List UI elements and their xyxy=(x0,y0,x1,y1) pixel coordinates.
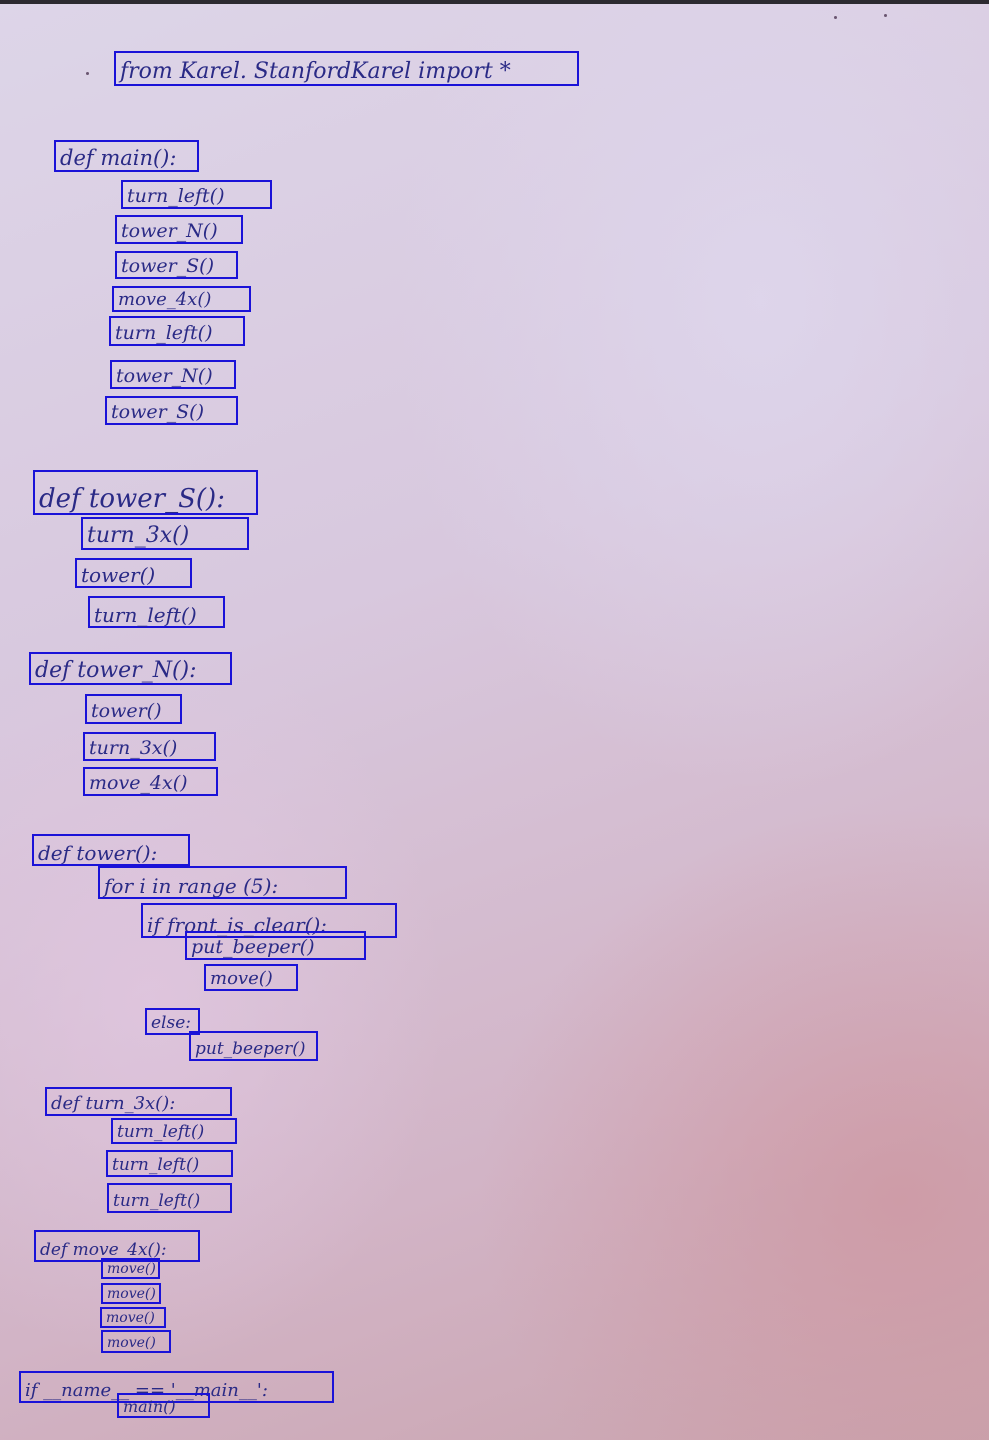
code-line: turn_left() xyxy=(109,316,245,346)
line-text: tower() xyxy=(81,563,156,587)
code-line-for-loop: for i in range (5): xyxy=(98,866,347,899)
code-line: turn_left() xyxy=(106,1150,233,1177)
line-text: def tower_S(): xyxy=(39,484,225,514)
code-line: move() xyxy=(101,1330,171,1353)
code-line: tower() xyxy=(85,694,182,724)
code-line: move() xyxy=(101,1258,160,1279)
line-text: move() xyxy=(107,1335,156,1351)
line-text: turn_3x() xyxy=(87,523,190,548)
code-line-def-turn-3x: def turn_3x(): xyxy=(45,1087,232,1116)
line-text: tower_N() xyxy=(116,365,213,387)
line-text: def tower_N(): xyxy=(35,658,197,683)
line-text: tower_S() xyxy=(111,401,205,423)
line-text: def turn_3x(): xyxy=(51,1093,176,1114)
line-text: move() xyxy=(107,1261,156,1277)
code-line: tower_N() xyxy=(115,215,243,244)
code-line: turn_left() xyxy=(111,1118,237,1144)
page-top-edge xyxy=(0,0,989,4)
line-text: turn_left() xyxy=(117,1122,205,1142)
line-text: put_beeper() xyxy=(191,936,315,958)
code-line: move_4x() xyxy=(112,286,251,312)
line-text: turn_left() xyxy=(115,322,213,344)
code-line: move() xyxy=(101,1283,161,1304)
line-text: from Karel. StanfordKarel import * xyxy=(120,59,511,84)
code-line: tower_S() xyxy=(105,396,238,425)
code-line: move_4x() xyxy=(83,767,218,796)
line-text: def main(): xyxy=(60,146,177,170)
line-text: turn_left() xyxy=(94,603,197,627)
line-text: move_4x() xyxy=(118,289,212,310)
paper-speck xyxy=(86,72,89,75)
line-text: move() xyxy=(210,968,273,989)
code-line: move() xyxy=(100,1307,166,1328)
line-text: def move_4x(): xyxy=(40,1240,167,1260)
line-text: turn_left() xyxy=(112,1155,200,1175)
line-text: tower_S() xyxy=(121,255,215,277)
code-line: turn_3x() xyxy=(81,517,249,550)
code-line: put_beeper() xyxy=(189,1031,318,1061)
line-text: turn_3x() xyxy=(89,737,178,759)
line-text: else: xyxy=(151,1013,192,1033)
line-text: turn_left() xyxy=(113,1191,201,1211)
code-line-import: from Karel. StanfordKarel import * xyxy=(114,51,579,86)
line-text: move() xyxy=(107,1286,156,1302)
code-line-def-main: def main(): xyxy=(54,140,199,172)
code-line: turn_left() xyxy=(107,1183,232,1213)
code-line: tower() xyxy=(75,558,192,588)
line-text: tower() xyxy=(91,700,162,722)
code-line: turn_left() xyxy=(121,180,272,209)
code-line-def-tower-n: def tower_N(): xyxy=(29,652,232,685)
line-text: for i in range (5): xyxy=(104,874,279,898)
code-line: tower_N() xyxy=(110,360,236,389)
code-line-def-tower-s: def tower_S(): xyxy=(33,470,258,515)
line-text: put_beeper() xyxy=(195,1039,306,1059)
code-line: tower_S() xyxy=(115,251,238,279)
code-line: put_beeper() xyxy=(185,931,366,960)
line-text: def tower(): xyxy=(38,841,158,865)
code-line: turn_3x() xyxy=(83,732,216,761)
line-text: move_4x() xyxy=(89,772,188,794)
paper-speck xyxy=(884,14,887,17)
line-text: main() xyxy=(123,1397,176,1416)
line-text: move() xyxy=(106,1310,155,1326)
paper-speck xyxy=(834,16,837,19)
code-line-def-tower: def tower(): xyxy=(32,834,190,866)
line-text: tower_N() xyxy=(121,220,218,242)
code-line: move() xyxy=(204,964,298,991)
line-text: turn_left() xyxy=(127,185,225,207)
code-line: main() xyxy=(117,1393,210,1418)
code-line: turn_left() xyxy=(88,596,225,628)
